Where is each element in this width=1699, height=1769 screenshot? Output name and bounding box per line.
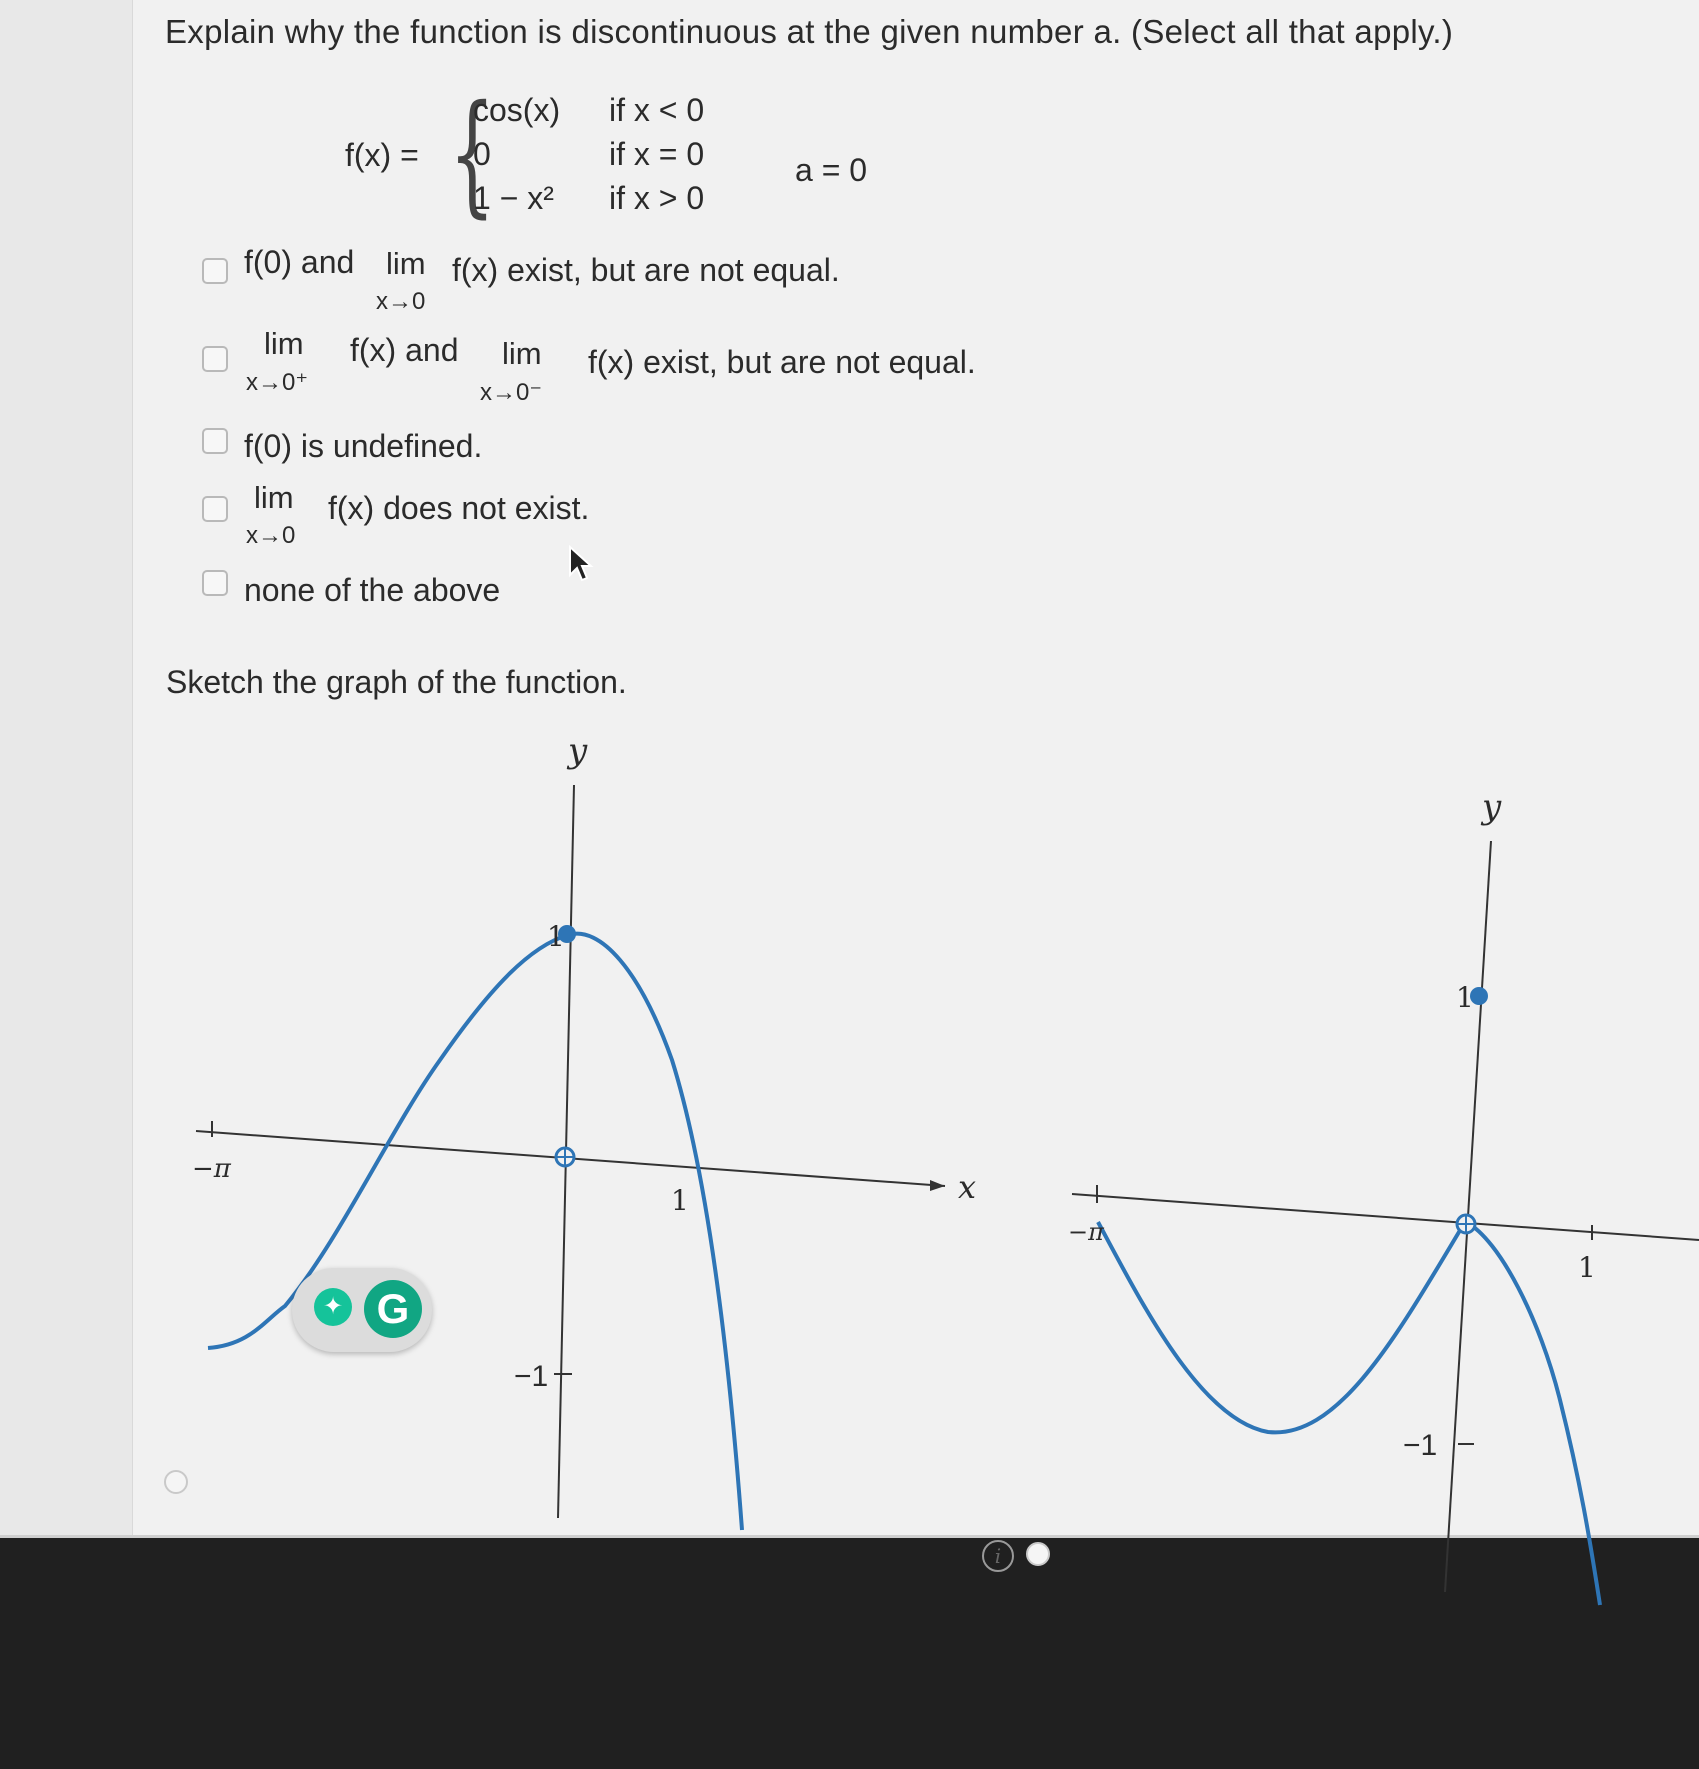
- info-icon[interactable]: i: [982, 1540, 1014, 1572]
- graph2-x-axis: [1071, 1193, 1699, 1241]
- graph2-one-y-label: 1: [1456, 981, 1474, 1014]
- graph2-axes: [1071, 840, 1699, 1593]
- graph2-neg-pi-label: −π: [1068, 1218, 1105, 1246]
- graph2-y-label: y: [1480, 787, 1502, 827]
- lightbulb-icon[interactable]: ✦: [314, 1288, 352, 1326]
- graph-option-2[interactable]: y −π 1 1 −1: [0, 0, 1699, 1769]
- grammarly-icon[interactable]: G: [364, 1280, 422, 1338]
- graph2-curve-left: [1096, 1220, 1467, 1435]
- graph2-one-x-label: 1: [1578, 1251, 1596, 1284]
- grammarly-widget[interactable]: ✦ G: [292, 1268, 432, 1352]
- graph2-radio[interactable]: [1026, 1542, 1050, 1566]
- graph2-neg-one-label: −1: [1403, 1429, 1437, 1462]
